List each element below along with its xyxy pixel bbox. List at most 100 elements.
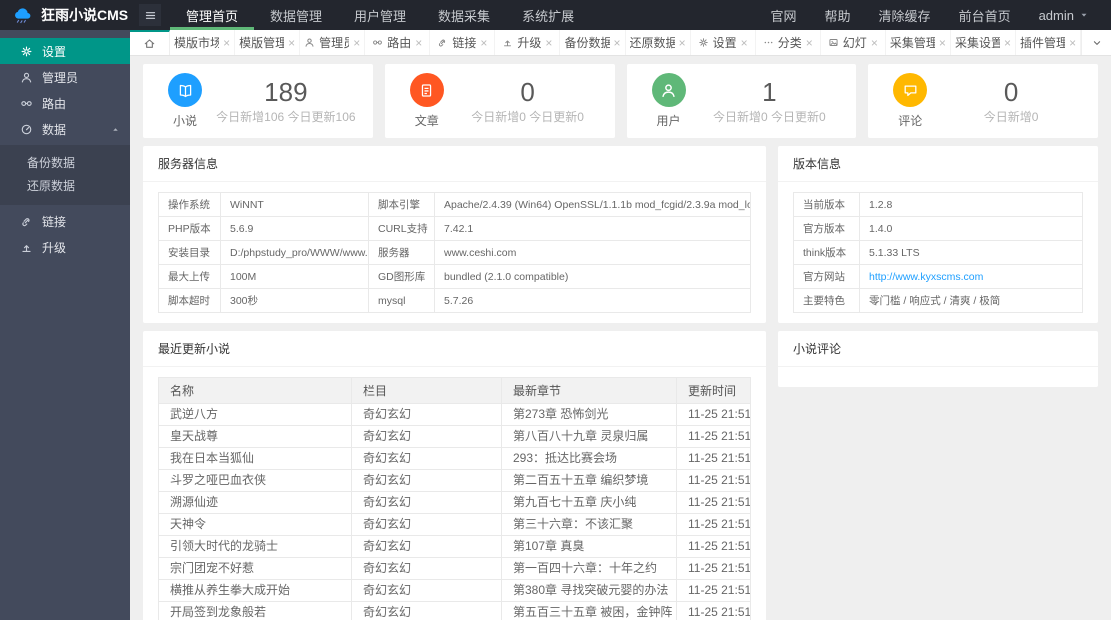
novel-update-time: 11-25 21:51 <box>676 557 751 580</box>
official-site-link[interactable]: http://www.kyxscms.com <box>869 271 983 283</box>
tab-6[interactable]: 备份数据 × <box>560 30 626 55</box>
top-menu-item-1[interactable]: 数据管理 <box>254 0 338 30</box>
tab-12[interactable]: 采集设置 × <box>951 30 1017 55</box>
database-icon <box>20 123 33 136</box>
novel-latest-chapter: 第107章 真臭 <box>501 535 677 558</box>
stat-subtext: 今日新增0 <box>983 109 1039 124</box>
tab-close-icon[interactable]: × <box>614 37 621 49</box>
tab-close-icon[interactable]: × <box>1069 37 1076 49</box>
top-menu-item-4[interactable]: 系统扩展 <box>506 0 590 30</box>
sidebar-item-2[interactable]: 路由 <box>0 90 130 116</box>
user-dropdown[interactable]: admin <box>1025 0 1103 30</box>
tab-close-icon[interactable]: × <box>223 37 230 49</box>
novel-row: 天神令 奇幻玄幻 第三十六章：不该汇聚 11-25 21:51 <box>158 513 751 536</box>
tab-close-icon[interactable]: × <box>353 37 360 49</box>
novel-category: 奇幻玄幻 <box>351 403 502 426</box>
tab-close-icon[interactable]: × <box>806 37 813 49</box>
tab-1[interactable]: 模版管理 × <box>235 30 301 55</box>
top-menu-item-3[interactable]: 数据采集 <box>422 0 506 30</box>
gear-icon <box>698 37 709 48</box>
recent-novels-title: 最近更新小说 <box>143 331 766 367</box>
sidebar-item-3[interactable]: 数据 <box>0 116 130 142</box>
tab-8[interactable]: 设置 × <box>691 30 756 55</box>
sidebar-subitem-0[interactable]: 备份数据 <box>0 152 130 175</box>
novel-category: 奇幻玄幻 <box>351 535 502 558</box>
server-info-value: www.ceshi.com <box>434 240 751 265</box>
top-right-menu: 官网 帮助 清除缓存 前台首页 admin <box>757 0 1111 30</box>
tab-label: 采集设置 <box>954 36 1000 50</box>
top-right-item-2[interactable]: 清除缓存 <box>865 0 945 30</box>
sidebar-item-5[interactable]: 升级 <box>0 234 130 260</box>
server-info-value: 5.7.26 <box>434 288 751 313</box>
username: admin <box>1038 7 1074 23</box>
server-info-title: 服务器信息 <box>143 146 766 182</box>
novel-comments-title: 小说评论 <box>778 331 1098 367</box>
novel-row: 皇天战尊 奇幻玄幻 第八百八十九章 灵泉归属 11-25 21:51 <box>158 425 751 448</box>
tab-4[interactable]: 链接 × <box>430 30 496 55</box>
top-right-item-1[interactable]: 帮助 <box>811 0 865 30</box>
tab-7[interactable]: 还原数据 × <box>626 30 691 55</box>
novel-row: 引领大时代的龙骑士 奇幻玄幻 第107章 真臭 11-25 21:51 <box>158 535 751 558</box>
tab-close-icon[interactable]: × <box>288 37 295 49</box>
sidebar-subitem-1[interactable]: 还原数据 <box>0 175 130 198</box>
tab-3[interactable]: 路由 × <box>365 30 431 55</box>
stat-value: 0 <box>520 76 535 107</box>
tab-11[interactable]: 采集管理 × <box>886 30 951 55</box>
sidebar-item-4[interactable]: 链接 <box>0 208 130 234</box>
upgrade-icon <box>502 37 513 48</box>
sidebar-item-0[interactable]: 设置 <box>0 38 130 64</box>
version-info-row: think版本 5.1.33 LTS <box>793 240 1083 265</box>
top-menu-item-2[interactable]: 用户管理 <box>338 0 422 30</box>
tab-close-icon[interactable]: × <box>741 37 748 49</box>
stat-subtext: 今日新增0 今日更新0 <box>713 109 826 124</box>
sidebar-item-1[interactable]: 管理员 <box>0 64 130 90</box>
tab-0[interactable]: 模版市场 × <box>170 30 236 55</box>
tab-close-icon[interactable]: × <box>480 37 487 49</box>
novel-col-header: 栏目 <box>351 377 502 404</box>
tab-13[interactable]: 插件管理 × <box>1016 30 1082 55</box>
info-row: 服务器信息 操作系统 WiNNT 脚本引擎 Apache/2.4.39 (Win… <box>143 146 1098 323</box>
novel-row: 横推从养生拳大成开始 奇幻玄幻 第380章 寻找突破元婴的办法 11-25 21… <box>158 579 751 602</box>
novel-name: 我在日本当狐仙 <box>158 447 352 470</box>
server-info-row: 安装目录 D:/phpstudy_pro/WWW/www.ceshi.com 服… <box>158 240 751 265</box>
tab-5[interactable]: 升级 × <box>495 30 561 55</box>
server-info-row: 脚本超时 300秒 mysql 5.7.26 <box>158 288 751 313</box>
sidebar-item-label: 升级 <box>42 240 67 255</box>
recent-novels-table: 名称 栏目 最新章节 更新时间 武逆八方 奇幻玄幻 第273章 恐怖剑光 11-25 … <box>158 377 751 620</box>
tab-label: 管理员 <box>319 36 350 50</box>
top-right-item-0[interactable]: 官网 <box>757 0 811 30</box>
tab-2[interactable]: 管理员 × <box>300 30 366 55</box>
novel-category: 奇幻玄幻 <box>351 447 502 470</box>
stat-card-1: 文章 0 今日新增0 今日更新0 <box>384 64 615 138</box>
caret-down-icon <box>1079 10 1089 20</box>
main-content: 小说 189 今日新增106 今日更新106 文章 0 今日新增0 今日更新0 … <box>130 56 1111 620</box>
server-info-table: 操作系统 WiNNT 脚本引擎 Apache/2.4.39 (Win64) Op… <box>158 192 751 313</box>
tab-more-button[interactable] <box>1081 30 1111 55</box>
tab-label: 插件管理 <box>1020 36 1066 50</box>
tab-close-icon[interactable]: × <box>545 37 552 49</box>
stat-value: 0 <box>1003 76 1019 107</box>
tab-9[interactable]: 分类 × <box>756 30 821 55</box>
version-info-row: 主要特色 零门槛 / 响应式 / 清爽 / 极简 <box>793 288 1083 313</box>
novel-update-time: 11-25 21:51 <box>676 579 751 602</box>
server-info-label: GD图形库 <box>368 264 435 289</box>
server-info-value: bundled (2.1.0 compatible) <box>434 264 751 289</box>
version-info-value: 1.4.0 <box>859 216 1083 241</box>
tab-10[interactable]: 幻灯 × <box>821 30 886 55</box>
top-right-item-3[interactable]: 前台首页 <box>945 0 1025 30</box>
novel-name: 开局签到龙象般若 <box>158 601 352 620</box>
server-info-label: mysql <box>368 288 435 313</box>
novel-category: 奇幻玄幻 <box>351 579 502 602</box>
tab-home[interactable] <box>130 30 170 55</box>
sidebar-toggle-button[interactable] <box>130 0 170 30</box>
tab-close-icon[interactable]: × <box>415 37 422 49</box>
tab-close-icon[interactable]: × <box>679 37 686 49</box>
server-info-row: 最大上传 100M GD图形库 bundled (2.1.0 compatibl… <box>158 264 751 289</box>
tab-close-icon[interactable]: × <box>871 37 878 49</box>
top-menu-item-0[interactable]: 管理首页 <box>170 0 255 30</box>
tab-close-icon[interactable]: × <box>1004 37 1011 49</box>
stat-label: 评论 <box>898 114 923 128</box>
novel-row: 宗门团宠不好惹 奇幻玄幻 第一百四十六章：十年之约 11-25 21:51 <box>158 557 751 580</box>
tab-close-icon[interactable]: × <box>939 37 946 49</box>
stat-value: 189 <box>264 76 308 107</box>
